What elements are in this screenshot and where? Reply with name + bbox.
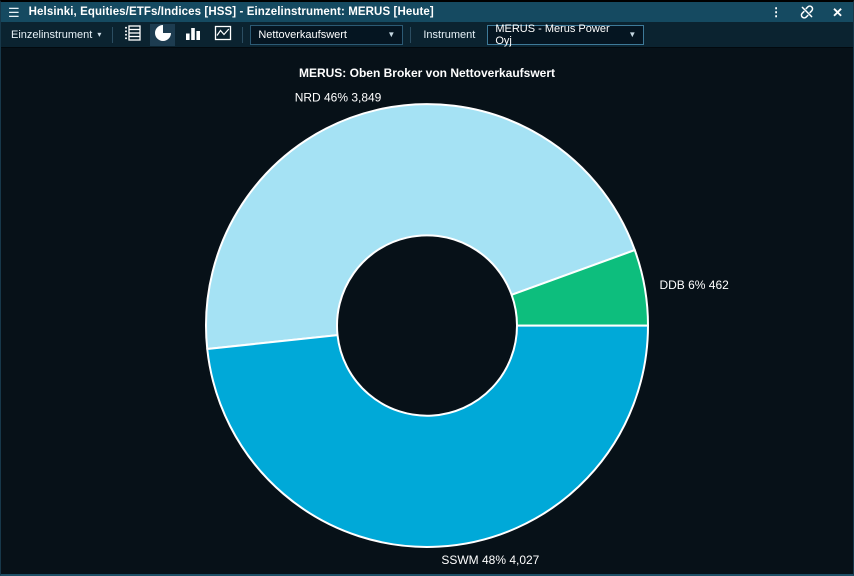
kebab-menu-icon[interactable]: ⋮ xyxy=(770,6,782,18)
line-chart-view-button[interactable] xyxy=(210,24,235,46)
toolbar-separator xyxy=(112,27,113,43)
instrument-dropdown-value: MERUS - Merus Power Oyj xyxy=(495,23,622,47)
chevron-down-icon: ▼ xyxy=(628,30,636,39)
pie-segment-sswm[interactable] xyxy=(207,326,648,547)
pie-label-nrd: NRD 46% 3,849 xyxy=(295,90,382,104)
window-title: Helsinki, Equities/ETFs/Indices [HSS] - … xyxy=(29,6,434,18)
pie-label-ddb: DDB 6% 462 xyxy=(659,278,729,292)
line-chart-icon xyxy=(214,24,232,45)
hamburger-menu-icon[interactable]: ☰ xyxy=(8,6,20,19)
title-bar: ☰ Helsinki, Equities/ETFs/Indices [HSS] … xyxy=(1,2,853,22)
metric-dropdown[interactable]: Nettoverkaufswert ▼ xyxy=(250,25,403,45)
einzelinstrument-menu-button[interactable]: Einzelinstrument ▾ xyxy=(7,29,105,41)
bar-chart-icon xyxy=(184,24,202,45)
chevron-down-icon: ▼ xyxy=(387,30,395,39)
chart-area: MERUS: Oben Broker von Nettoverkaufswert… xyxy=(1,48,853,574)
titlebar-controls: ⋮ ✕ xyxy=(770,4,843,20)
pie-label-sswm: SSWM 48% 4,027 xyxy=(441,553,539,567)
chevron-down-icon: ▾ xyxy=(97,30,101,39)
instrument-label: Instrument xyxy=(423,29,475,41)
unlink-icon[interactable] xyxy=(799,4,815,20)
table-icon xyxy=(124,24,142,45)
app-window: ☰ Helsinki, Equities/ETFs/Indices [HSS] … xyxy=(0,0,854,576)
toolbar-separator xyxy=(242,27,243,43)
instrument-dropdown[interactable]: MERUS - Merus Power Oyj ▼ xyxy=(487,25,644,45)
metric-dropdown-value: Nettoverkaufswert xyxy=(258,29,347,41)
toolbar-separator xyxy=(410,27,411,43)
pie-chart-view-button[interactable] xyxy=(150,24,175,46)
einzelinstrument-menu-label: Einzelinstrument xyxy=(11,29,92,41)
table-view-button[interactable] xyxy=(120,24,145,46)
donut-chart: NRD 46% 3,849 DDB 6% 462 SSWM 48% 4,027 xyxy=(1,48,853,574)
bar-chart-view-button[interactable] xyxy=(180,24,205,46)
close-icon[interactable]: ✕ xyxy=(832,6,843,19)
pie-chart-icon xyxy=(154,24,172,45)
toolbar: Einzelinstrument ▾ xyxy=(1,22,853,48)
